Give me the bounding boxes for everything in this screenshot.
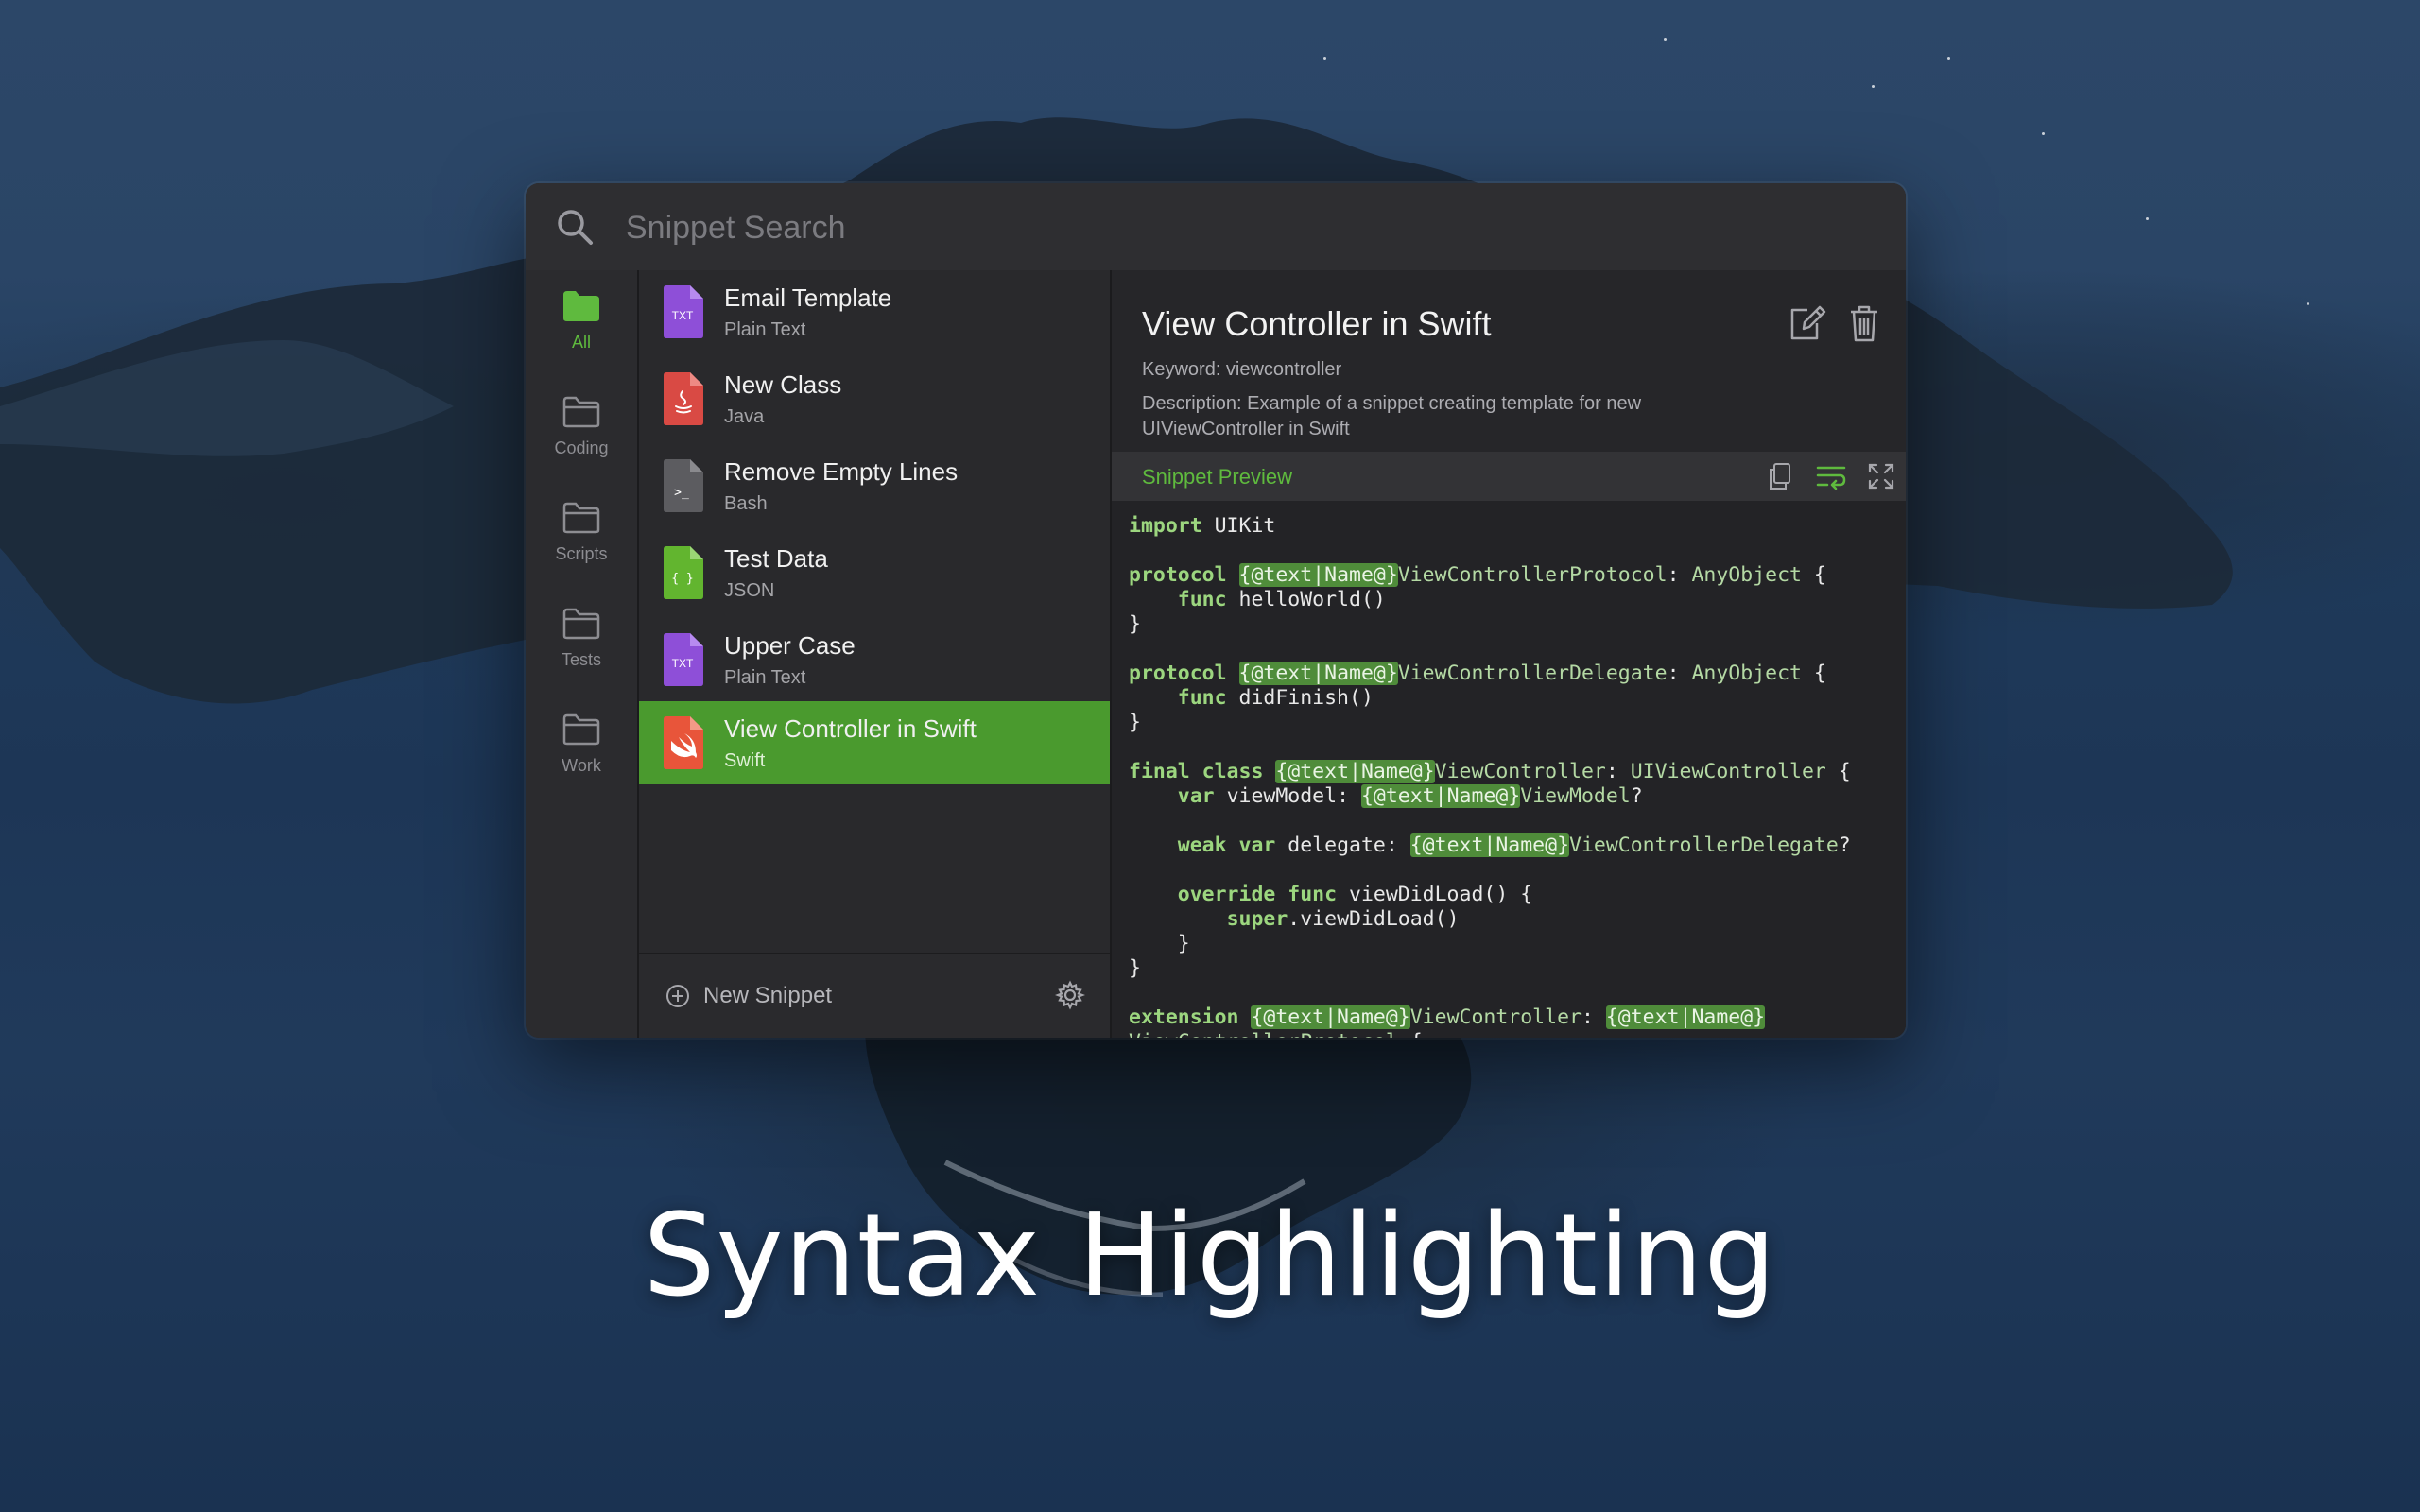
trash-icon[interactable] xyxy=(1847,302,1881,344)
snippet-title: Upper Case xyxy=(724,631,856,660)
code-preview: import UIKit protocol {@text|Name@}ViewC… xyxy=(1112,501,1906,1038)
snippet-title: Email Template xyxy=(724,284,892,312)
folder-scripts[interactable]: Scripts xyxy=(526,501,637,592)
snippet-list: TXT Email Template Plain Text New Class … xyxy=(639,270,1112,1038)
folder-coding[interactable]: Coding xyxy=(526,395,637,486)
folder-label: All xyxy=(571,333,591,352)
folder-label: Tests xyxy=(561,650,601,669)
snippet-keyword: Keyword: viewcontroller xyxy=(1142,359,1342,380)
svg-text:{ }: { } xyxy=(671,572,693,586)
snippet-description: Description: Example of a snippet creati… xyxy=(1142,393,1642,439)
folder-icon xyxy=(562,502,600,534)
star xyxy=(2307,302,2309,305)
folder-label: Scripts xyxy=(555,544,608,563)
svg-text:TXT: TXT xyxy=(672,309,694,322)
folder-filled-icon xyxy=(563,291,599,321)
star xyxy=(2146,217,2149,220)
snippet-language: JSON xyxy=(724,580,775,601)
snippet-list-item-selected[interactable]: View Controller in Swift Swift xyxy=(639,701,1110,784)
snippet-preview-bar: Snippet Preview xyxy=(1112,452,1906,501)
search-bar xyxy=(526,183,1906,272)
svg-text:TXT: TXT xyxy=(672,657,694,670)
star xyxy=(1664,38,1667,41)
search-input[interactable] xyxy=(624,202,1857,253)
svg-text:>_: >_ xyxy=(674,486,689,500)
snippet-detail-title: View Controller in Swift xyxy=(1142,304,1492,343)
txt-file-icon: TXT xyxy=(664,633,703,686)
snippet-list-item[interactable]: TXT Upper Case Plain Text xyxy=(639,618,1110,701)
json-file-icon: { } xyxy=(664,546,703,599)
snippet-title: New Class xyxy=(724,370,842,399)
star xyxy=(1872,85,1875,88)
snippet-language: Swift xyxy=(724,750,766,771)
snippet-title: Remove Empty Lines xyxy=(724,457,959,486)
folder-all[interactable]: All xyxy=(526,289,637,380)
gear-icon[interactable] xyxy=(1055,980,1085,1010)
code-text: import UIKit protocol {@text|Name@}ViewC… xyxy=(1129,514,1851,1038)
plus-circle-icon xyxy=(666,985,689,1007)
swift-file-icon xyxy=(664,716,703,769)
folder-icon xyxy=(562,608,600,640)
snippet-detail: View Controller in Swift Keyword: viewco… xyxy=(1112,270,1906,1038)
folder-tests[interactable]: Tests xyxy=(526,607,637,697)
snippet-title: View Controller in Swift xyxy=(724,714,977,743)
feature-caption: Syntax Highlighting xyxy=(643,1191,1777,1322)
snippet-language: Plain Text xyxy=(724,319,806,340)
star xyxy=(2042,132,2045,135)
folder-sidebar: All Coding Scripts Tests Work xyxy=(526,270,639,1038)
snippet-list-item[interactable]: TXT Email Template Plain Text xyxy=(639,270,1110,353)
snippet-list-item[interactable]: { } Test Data JSON xyxy=(639,531,1110,614)
snippet-language: Bash xyxy=(724,493,768,514)
folder-label: Coding xyxy=(554,438,609,457)
folder-icon xyxy=(562,713,600,746)
snippet-language: Plain Text xyxy=(724,667,806,688)
word-wrap-icon[interactable] xyxy=(1815,461,1847,491)
java-file-icon xyxy=(664,372,703,425)
star xyxy=(1323,57,1326,60)
snippet-title: Test Data xyxy=(724,544,828,573)
copy-icon[interactable] xyxy=(1766,461,1794,491)
expand-icon[interactable] xyxy=(1866,461,1896,491)
snippets-window: All Coding Scripts Tests Work xyxy=(526,183,1906,1038)
list-footer: New Snippet xyxy=(639,953,1110,1038)
folder-work[interactable]: Work xyxy=(526,713,637,803)
star xyxy=(1947,57,1950,60)
folder-label: Work xyxy=(562,756,601,775)
edit-icon[interactable] xyxy=(1787,302,1828,344)
snippet-list-item[interactable]: New Class Java xyxy=(639,357,1110,440)
snippet-list-item[interactable]: >_ Remove Empty Lines Bash xyxy=(639,444,1110,527)
txt-file-icon: TXT xyxy=(664,285,703,338)
snippet-language: Java xyxy=(724,406,765,427)
snippet-preview-label: Snippet Preview xyxy=(1142,465,1292,489)
folder-icon xyxy=(562,396,600,428)
search-icon xyxy=(558,210,593,245)
bash-file-icon: >_ xyxy=(664,459,703,512)
new-snippet-label: New Snippet xyxy=(703,983,833,1008)
